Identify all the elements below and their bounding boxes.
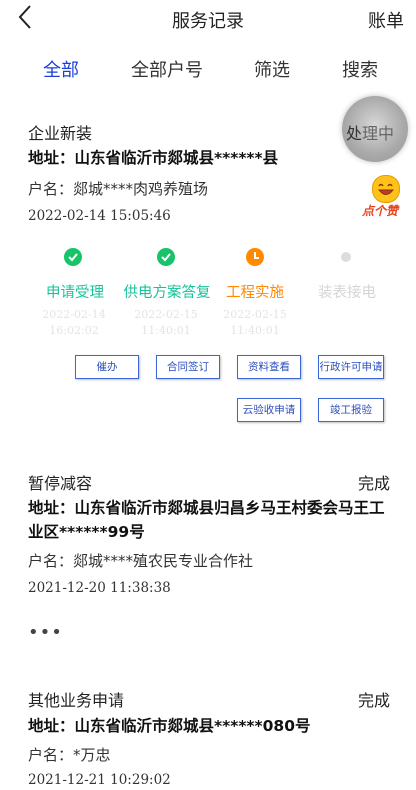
step-label: 供电方案答复 xyxy=(123,285,211,301)
record-type: 企业新装 xyxy=(28,124,93,143)
record-time: 2021-12-20 11:38:38 xyxy=(28,580,171,596)
admin-permit-button[interactable]: 行政许可申请 xyxy=(318,355,384,379)
record-address: 地址：山东省临沂市郯城县******县 xyxy=(28,149,279,167)
record-type: 其他业务申请 xyxy=(28,691,125,710)
cloud-acceptance-button[interactable]: 云验收申请 xyxy=(237,398,301,422)
step-date: 2022-02-14 16:02:02 xyxy=(42,308,106,337)
record-time: 2021-12-21 10:29:02 xyxy=(28,772,171,788)
like-button[interactable]: 点个赞 xyxy=(356,175,412,219)
like-label: 点个赞 xyxy=(362,204,399,218)
more-icon[interactable]: ••• xyxy=(28,622,63,643)
tab-all-accounts[interactable]: 全部户号 xyxy=(131,56,203,82)
record-owner: 户名：郯城****殖农民专业合作社 xyxy=(28,552,254,570)
record-type: 暂停减容 xyxy=(28,474,93,493)
record-time: 2022-02-14 15:05:46 xyxy=(28,208,171,224)
check-icon xyxy=(64,248,82,266)
view-documents-button[interactable]: 资料查看 xyxy=(237,355,301,379)
status-badge: 完成 xyxy=(357,474,390,493)
record-address: 地址：山东省临沂市郯城县归昌乡马王村委会马王工业区******99号 xyxy=(28,499,385,541)
filter-tabs: 全部 全部户号 筛选 搜索 xyxy=(0,56,416,82)
check-icon xyxy=(157,248,175,266)
tab-search[interactable]: 搜索 xyxy=(342,56,378,82)
completion-report-button[interactable]: 竣工报验 xyxy=(318,398,384,422)
bill-button[interactable]: 账单 xyxy=(368,7,404,33)
smiley-icon xyxy=(372,175,400,203)
clock-icon xyxy=(246,248,264,266)
record-owner: 户名：*万忠 xyxy=(28,746,111,764)
top-bar: 服务记录 账单 xyxy=(0,0,416,36)
contract-sign-button[interactable]: 合同签订 xyxy=(156,355,220,379)
step-label: 工程实施 xyxy=(226,285,284,301)
page-title: 服务记录 xyxy=(172,11,244,32)
urge-button[interactable]: 催办 xyxy=(75,355,139,379)
record-address: 地址：山东省临沂市郯城县******080号 xyxy=(28,717,311,735)
record-owner: 户名：郯城****肉鸡养殖场 xyxy=(28,180,209,198)
tab-filter[interactable]: 筛选 xyxy=(254,56,290,82)
step-label: 申请受理 xyxy=(46,285,104,301)
pending-dot-icon xyxy=(341,252,351,262)
tab-all[interactable]: 全部 xyxy=(43,56,79,82)
step-date: 2022-02-15 11:40:01 xyxy=(223,308,287,337)
status-badge: 完成 xyxy=(357,691,390,710)
status-badge: 处理中 xyxy=(346,124,395,143)
step-date: 2022-02-15 11:40:01 xyxy=(134,308,198,337)
step-label: 装表接电 xyxy=(318,285,376,301)
